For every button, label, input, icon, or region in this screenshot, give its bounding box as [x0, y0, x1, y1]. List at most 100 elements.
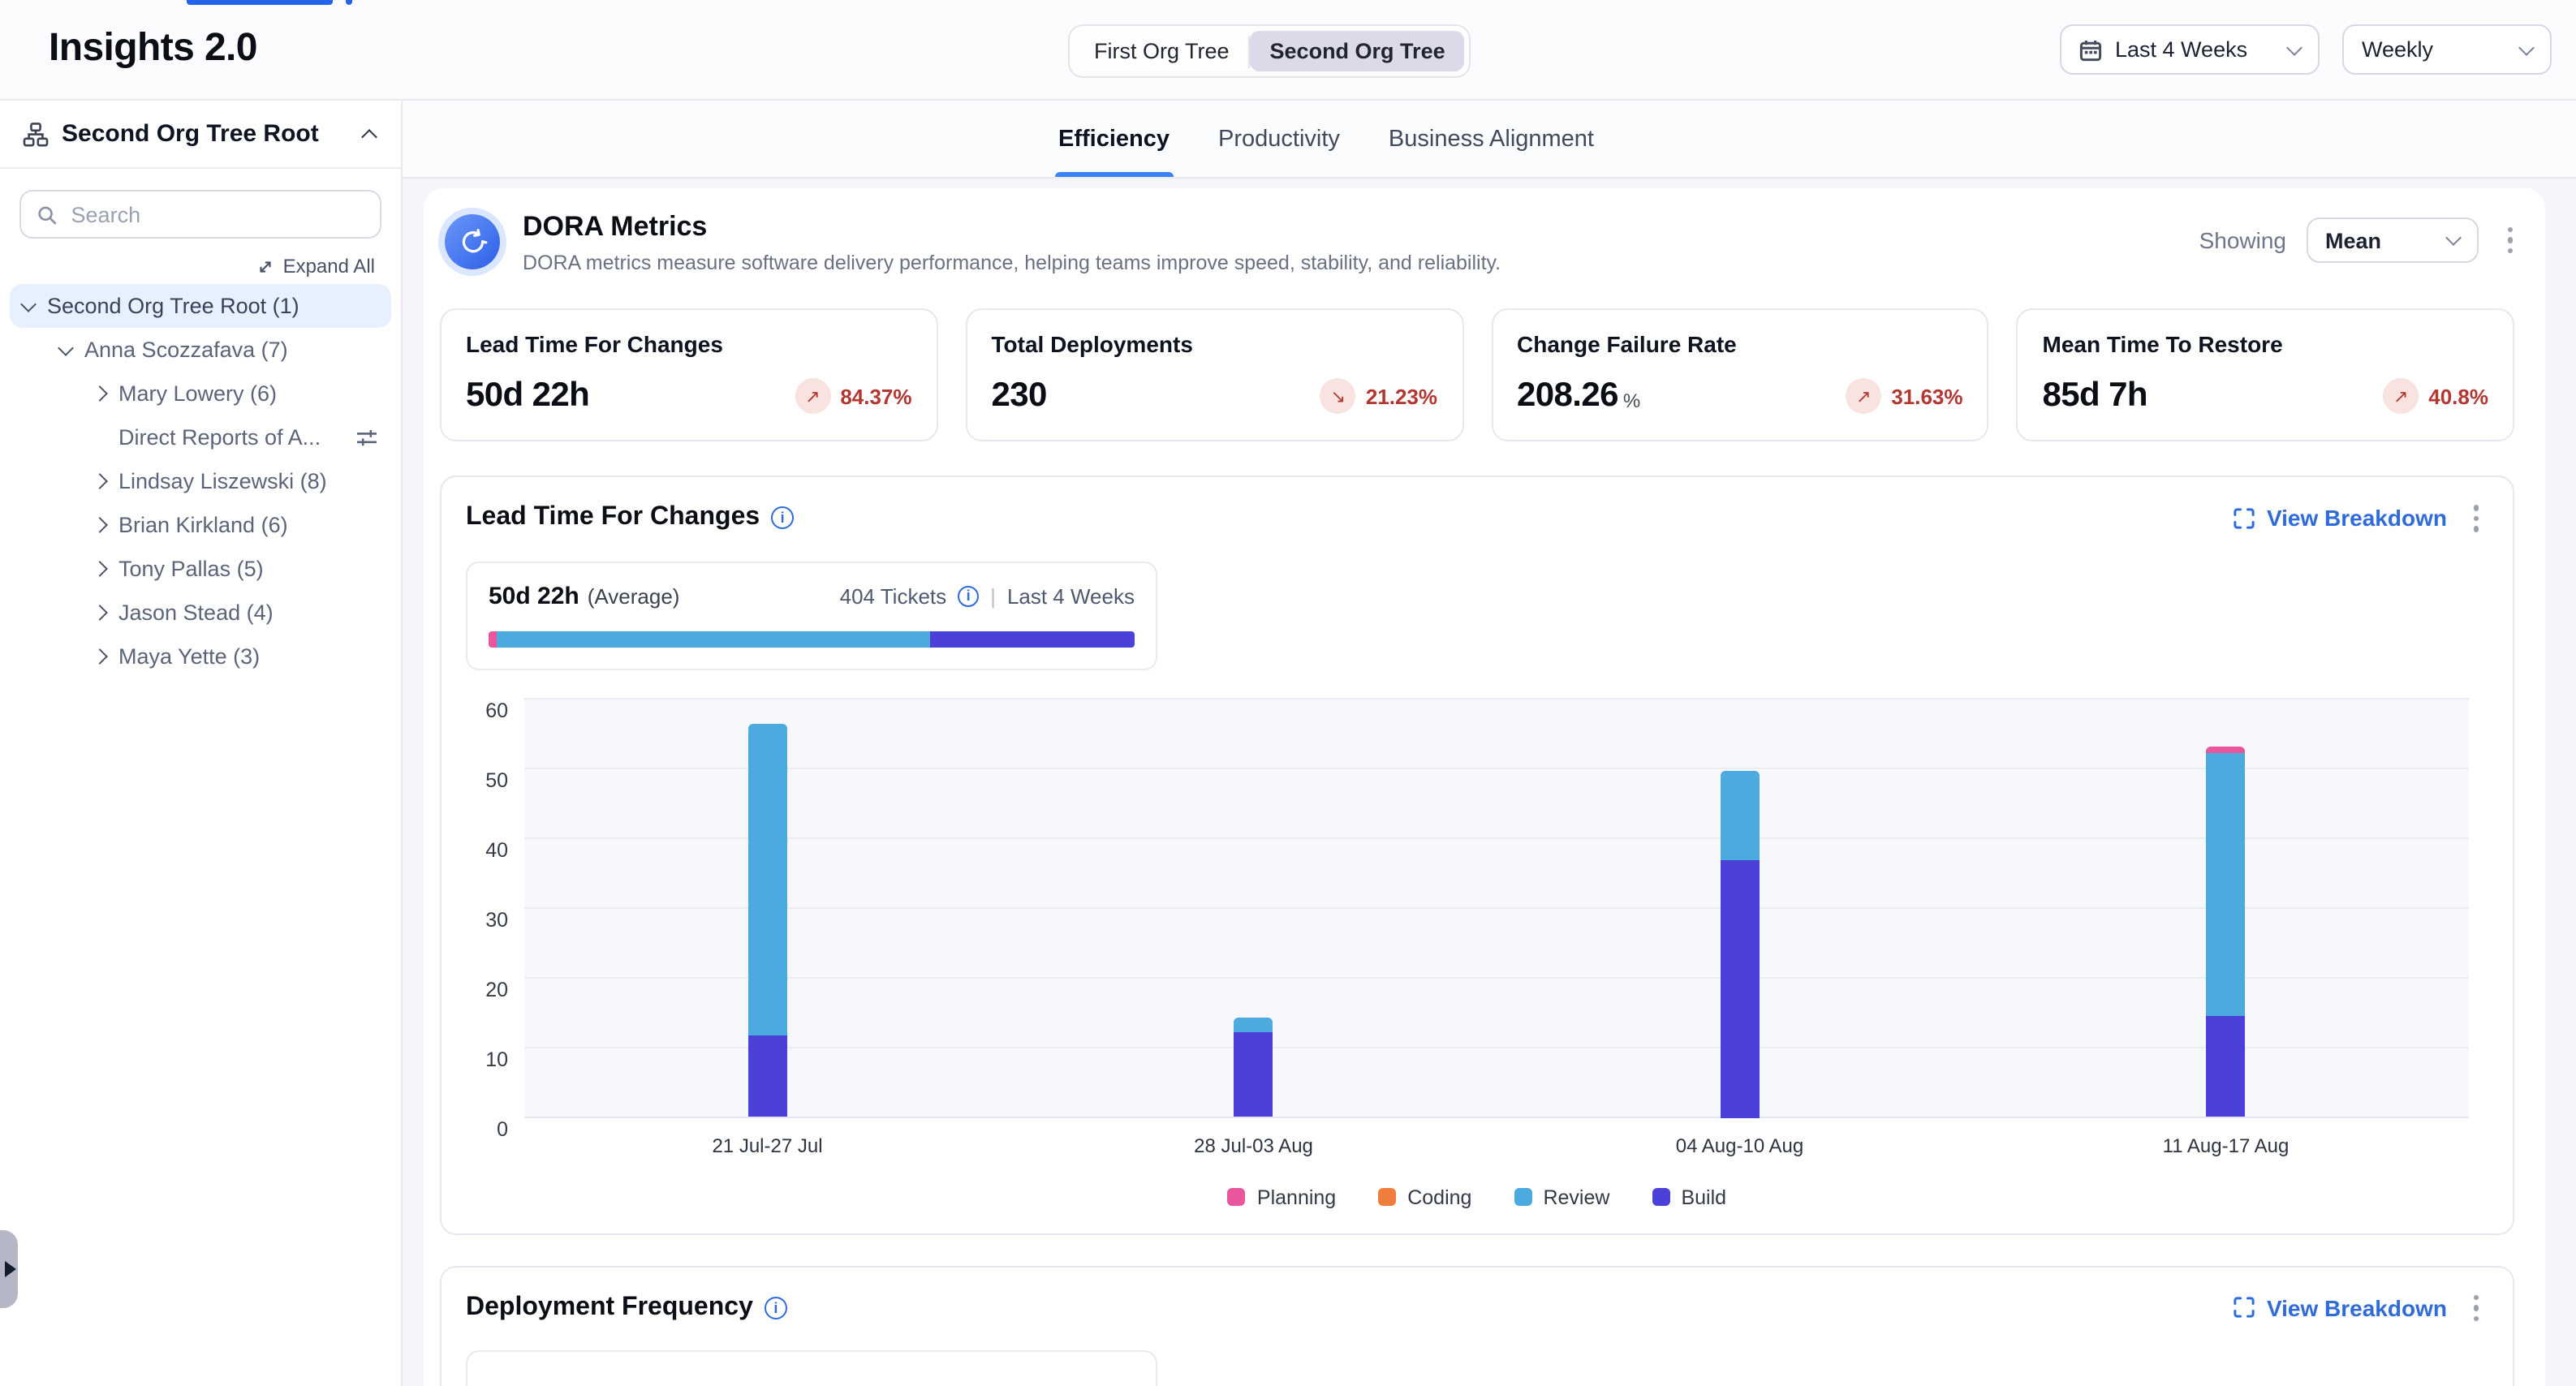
dora-title: DORA Metrics — [523, 211, 1501, 243]
chevron-right-icon[interactable] — [92, 605, 108, 621]
gridline — [524, 1046, 2469, 1048]
tab-business-alignment[interactable]: Business Alignment — [1385, 101, 1597, 177]
trend-up-icon: ↗ — [2383, 378, 2419, 414]
stat-title: Mean Time To Restore — [2043, 331, 2489, 357]
chevron-right-icon[interactable] — [92, 517, 108, 533]
trend-down-icon: ↘ — [1320, 378, 1356, 414]
kebab-menu[interactable] — [2463, 1288, 2488, 1328]
expand-all-button[interactable]: Expand All — [26, 255, 375, 278]
time-range-select[interactable]: Last 4 Weeks — [2060, 24, 2320, 75]
tree-item-label: Direct Reports of A... — [118, 425, 321, 450]
chevron-right-icon[interactable] — [92, 648, 108, 665]
tree-item-jason-stead[interactable]: Jason Stead (4) — [0, 591, 401, 635]
collapse-sidebar-icon[interactable] — [361, 129, 377, 145]
legend-item-planning[interactable]: Planning — [1228, 1186, 1336, 1208]
aggregation-select[interactable]: Mean — [2306, 217, 2478, 263]
dora-titles: DORA Metrics DORA metrics measure softwa… — [523, 211, 1501, 274]
dora-stat-cards: Lead Time For Changes 50d 22h ↗ 84.37% T… — [440, 308, 2514, 441]
tab-productivity[interactable]: Productivity — [1215, 101, 1343, 177]
chevron-down-icon — [2445, 230, 2461, 246]
tree-item-mary-lowery[interactable]: Mary Lowery (6) — [0, 372, 401, 415]
kebab-menu[interactable] — [2463, 498, 2488, 538]
tree-item-second-org-tree-root[interactable]: Second Org Tree Root (1) — [10, 284, 391, 328]
y-axis: 0102030405060 — [466, 699, 524, 1117]
dora-metrics-header: DORA Metrics DORA metrics measure softwa… — [433, 204, 2535, 274]
stacked-bar-11 Aug-17 Aug[interactable] — [2207, 747, 2246, 1118]
calendar-icon — [2079, 38, 2102, 61]
stat-card-mean-time-to-restore: Mean Time To Restore 85d 7h ↗ 40.8% — [2017, 308, 2515, 441]
chevron-right-icon[interactable] — [92, 561, 108, 577]
deployment-summary-card — [466, 1350, 1157, 1386]
sidebar-search[interactable] — [19, 190, 381, 239]
tab-efficiency[interactable]: Efficiency — [1055, 101, 1173, 177]
legend-label: Build — [1681, 1186, 1726, 1208]
dora-subtitle: DORA metrics measure software delivery p… — [523, 252, 1501, 274]
legend-item-build[interactable]: Build — [1652, 1186, 1726, 1208]
tree-item-direct-reports[interactable]: Direct Reports of A... — [0, 415, 401, 459]
tree-item-lindsay-liszewski[interactable]: Lindsay Liszewski (8) — [0, 459, 401, 503]
chevron-down-icon[interactable] — [20, 295, 37, 312]
x-axis: 21 Jul-27 Jul28 Jul-03 Aug04 Aug-10 Aug1… — [524, 1134, 2469, 1160]
tree-item-tony-pallas[interactable]: Tony Pallas (5) — [0, 547, 401, 591]
toggle-second-org-tree[interactable]: Second Org Tree — [1251, 31, 1465, 71]
gridline — [524, 697, 2469, 699]
tree-item-brian-kirkland[interactable]: Brian Kirkland (6) — [0, 503, 401, 547]
tree-item-maya-yette[interactable]: Maya Yette (3) — [0, 635, 401, 678]
org-tree-icon — [23, 121, 49, 147]
legend-item-coding[interactable]: Coding — [1378, 1186, 1471, 1208]
stacked-bar-28 Jul-03 Aug[interactable] — [1234, 1018, 1273, 1117]
stat-title: Lead Time For Changes — [466, 331, 912, 357]
info-icon[interactable]: i — [958, 585, 979, 606]
section-title: Lead Time For Changes — [466, 504, 760, 533]
tree-item-label: Anna Scozzafava (7) — [84, 338, 288, 362]
main-content: Efficiency Productivity Business Alignme… — [403, 101, 2576, 1386]
granularity-select[interactable]: Weekly — [2342, 24, 2552, 75]
view-breakdown-button[interactable]: View Breakdown — [2234, 506, 2447, 532]
view-breakdown-button[interactable]: View Breakdown — [2234, 1295, 2447, 1321]
summary-bar-segment-review — [497, 631, 929, 647]
sliders-icon[interactable] — [355, 426, 378, 449]
stat-value: 50d 22h — [466, 377, 589, 415]
toggle-first-org-tree[interactable]: First Org Tree — [1075, 31, 1249, 71]
time-range-value: Last 4 Weeks — [2115, 37, 2247, 62]
chevron-down-icon[interactable] — [58, 339, 74, 355]
stat-card-lead-time: Lead Time For Changes 50d 22h ↗ 84.37% — [440, 308, 938, 441]
bar-segment-review — [748, 725, 787, 1036]
phase-distribution-bar — [489, 631, 1135, 647]
separator: | — [990, 583, 996, 608]
stacked-bar-21 Jul-27 Jul[interactable] — [748, 725, 787, 1117]
stat-delta: 84.37% — [840, 384, 911, 408]
summary-bar-segment-planning — [489, 631, 497, 647]
sidebar-expand-handle[interactable] — [0, 1230, 18, 1308]
stat-title: Change Failure Rate — [1517, 331, 1963, 357]
summary-value: 50d 22h — [489, 582, 579, 609]
expand-all-label: Expand All — [283, 255, 375, 278]
search-input[interactable] — [68, 200, 364, 228]
stat-delta: 40.8% — [2428, 384, 2488, 408]
sidebar-title: Second Org Tree Root — [62, 120, 351, 148]
stat-card-total-deployments: Total Deployments 230 ↘ 21.23% — [966, 308, 1464, 441]
y-tick-label: 40 — [485, 838, 508, 861]
org-tree-toggle: First Org Tree Second Org Tree — [1068, 24, 1471, 78]
y-tick-label: 10 — [485, 1048, 508, 1070]
info-icon[interactable]: i — [765, 1297, 787, 1319]
legend-swatch — [1228, 1188, 1246, 1206]
page-title: Insights 2.0 — [49, 26, 257, 71]
lead-time-header: Lead Time For Changes i View Breakdown — [466, 498, 2488, 538]
tree-item-anna-scozzafava[interactable]: Anna Scozzafava (7) — [0, 328, 401, 372]
legend-item-review[interactable]: Review — [1514, 1186, 1609, 1208]
legend-label: Review — [1543, 1186, 1609, 1208]
y-tick-label: 0 — [497, 1117, 508, 1140]
summary-range: Last 4 Weeks — [1007, 583, 1135, 608]
chevron-down-icon — [2518, 39, 2535, 55]
stat-delta: 21.23% — [1366, 384, 1437, 408]
stacked-bar-04 Aug-10 Aug[interactable] — [1721, 771, 1760, 1117]
x-tick-label: 28 Jul-03 Aug — [1194, 1134, 1313, 1156]
info-icon[interactable]: i — [771, 507, 794, 530]
sidebar-header: Second Org Tree Root — [0, 101, 401, 169]
chart-legend: Planning Coding Review Build — [466, 1186, 2488, 1208]
kebab-menu[interactable] — [2497, 221, 2522, 260]
chevron-right-icon[interactable] — [92, 385, 108, 402]
chevron-right-icon[interactable] — [92, 473, 108, 489]
chevron-down-icon — [2286, 39, 2302, 55]
